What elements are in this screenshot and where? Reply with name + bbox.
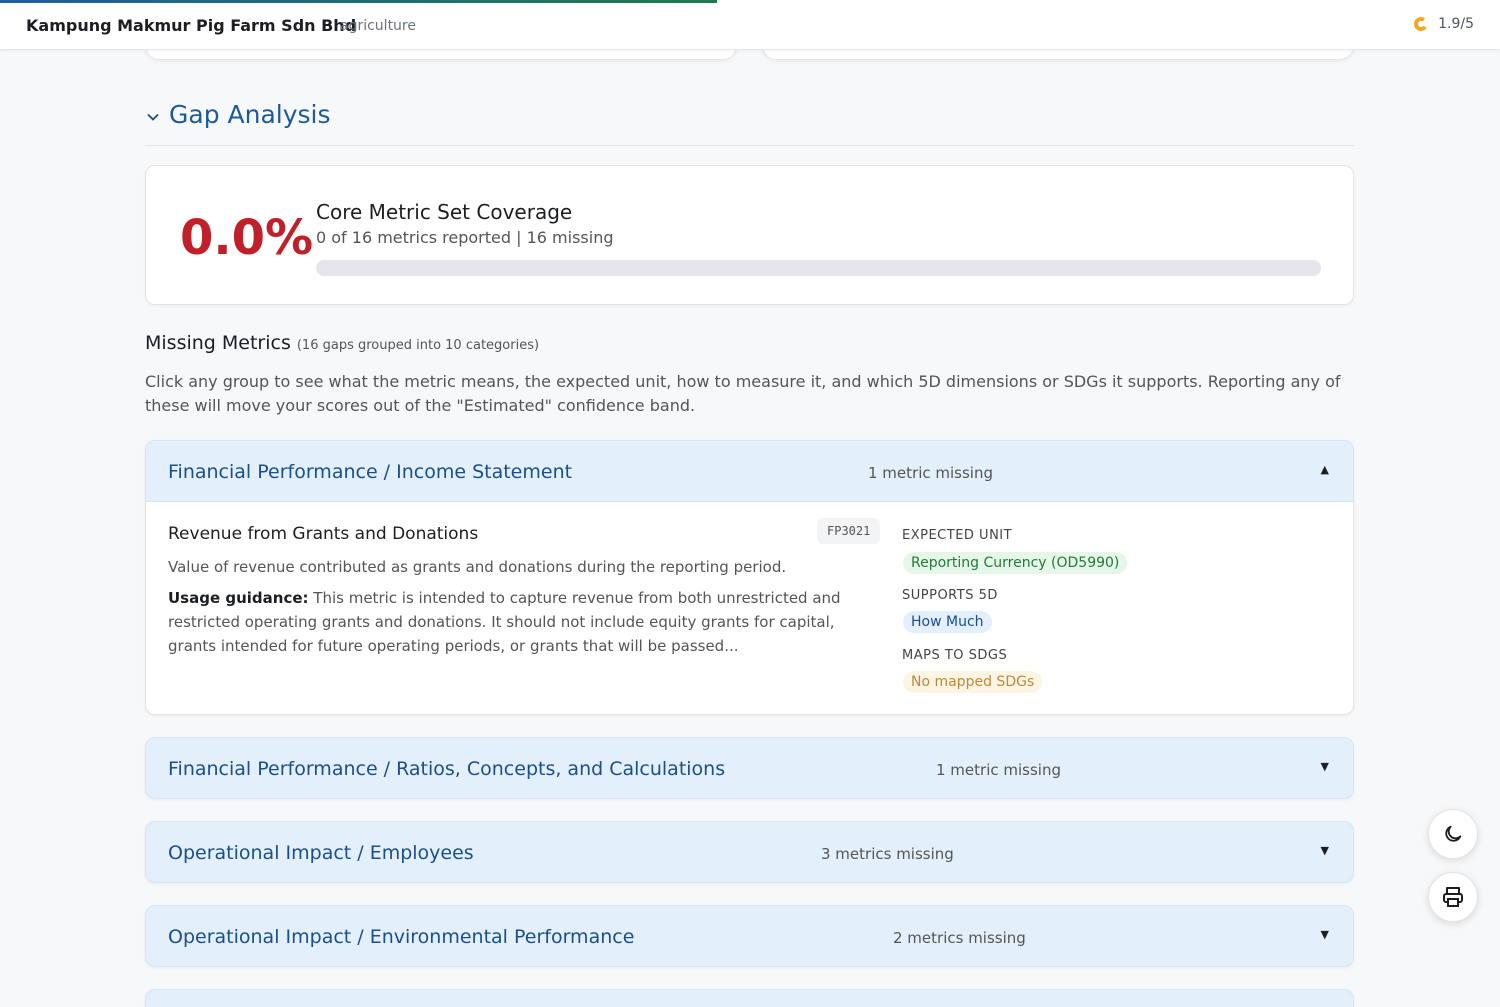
metric-code: FP3021 (817, 518, 881, 544)
coverage-subtitle: 0 of 16 metrics reported | 16 missing (316, 228, 614, 247)
printer-icon (1443, 887, 1463, 907)
chevron-down-icon[interactable]: ▼ (1321, 844, 1329, 857)
group-header[interactable]: Financial Performance / Ratios, Concepts… (145, 737, 1354, 799)
chevron-down-icon[interactable] (147, 110, 169, 124)
missing-metrics-heading: Missing Metrics (16 gaps grouped into 10… (145, 332, 539, 354)
group-financial-income: Financial Performance / Income Statement… (145, 440, 1354, 715)
missing-metrics-title: Missing Metrics (145, 332, 291, 354)
coverage-progress-bar (316, 260, 1321, 276)
missing-metrics-count: (16 gaps grouped into 10 categories) (296, 338, 540, 353)
scroll-progress-fill (0, 0, 717, 3)
guidance-label: Usage guidance: (168, 589, 309, 607)
metric-description: Value of revenue contributed as grants a… (168, 558, 787, 576)
missing-metrics-description: Click any group to see what the metric m… (145, 372, 1341, 415)
group-missing-count: 1 metric missing (868, 464, 993, 482)
moon-icon (1445, 825, 1462, 842)
chevron-up-icon[interactable]: ▲ (1321, 463, 1329, 476)
print-button[interactable] (1428, 872, 1478, 922)
group-header[interactable]: Operational Impact / Environmental Perfo… (145, 905, 1354, 967)
expected-unit-badge: Reporting Currency (OD5990) (903, 552, 1128, 574)
supports-5d-label: SUPPORTS 5D (902, 588, 998, 603)
group-operational-employees: Operational Impact / Employees 3 metrics… (145, 821, 1354, 883)
group-missing-count: 3 metrics missing (821, 845, 954, 863)
gap-analysis-header[interactable]: Gap Analysis (145, 100, 1354, 146)
coverage-percent: 0.0% (180, 210, 314, 266)
score-badge: 1.9/5 (1413, 15, 1474, 33)
group-missing-count: 1 metric missing (936, 761, 1061, 779)
group-title: Operational Impact / Environmental Perfo… (168, 926, 635, 948)
top-bar: Kampung Makmur Pig Farm Sdn Bhd agricult… (0, 0, 1500, 50)
group-header[interactable]: Financial Performance / Income Statement… (145, 440, 1354, 502)
scroll-progress-track (0, 0, 1500, 3)
metric-name: Revenue from Grants and Donations (168, 524, 479, 544)
sdg-badge: No mapped SDGs (903, 671, 1043, 693)
theme-toggle-button[interactable] (1428, 809, 1478, 859)
group-financial-ratios: Financial Performance / Ratios, Concepts… (145, 737, 1354, 799)
coverage-card: 0.0% Core Metric Set Coverage 0 of 16 me… (145, 165, 1354, 305)
expected-unit-label: EXPECTED UNIT (902, 528, 1013, 543)
sector-label: agriculture (340, 18, 416, 34)
chevron-down-icon[interactable]: ▼ (1321, 760, 1329, 773)
company-name: Kampung Makmur Pig Farm Sdn Bhd (26, 16, 357, 35)
chevron-down-icon[interactable]: ▼ (1321, 928, 1329, 941)
supports-5d-badge: How Much (903, 611, 992, 633)
group-operational-environmental: Operational Impact / Environmental Perfo… (145, 905, 1354, 967)
group-missing-count: 2 metrics missing (893, 929, 1026, 947)
score-value: 1.9/5 (1438, 16, 1474, 32)
group-header[interactable] (145, 989, 1354, 1007)
group-header[interactable]: Operational Impact / Employees 3 metrics… (145, 821, 1354, 883)
score-ring-icon (1413, 15, 1430, 33)
group-title: Operational Impact / Employees (168, 842, 474, 864)
maps-to-sdgs-label: MAPS TO SDGS (902, 648, 1008, 663)
group-next (145, 989, 1354, 1007)
section-title: Gap Analysis (169, 100, 331, 129)
group-title: Financial Performance / Ratios, Concepts… (168, 758, 726, 780)
group-body: Revenue from Grants and Donations FP3021… (145, 502, 1354, 715)
coverage-title: Core Metric Set Coverage (316, 200, 573, 224)
metric-guidance: Usage guidance: This metric is intended … (168, 586, 868, 658)
group-title: Financial Performance / Income Statement (168, 461, 573, 483)
